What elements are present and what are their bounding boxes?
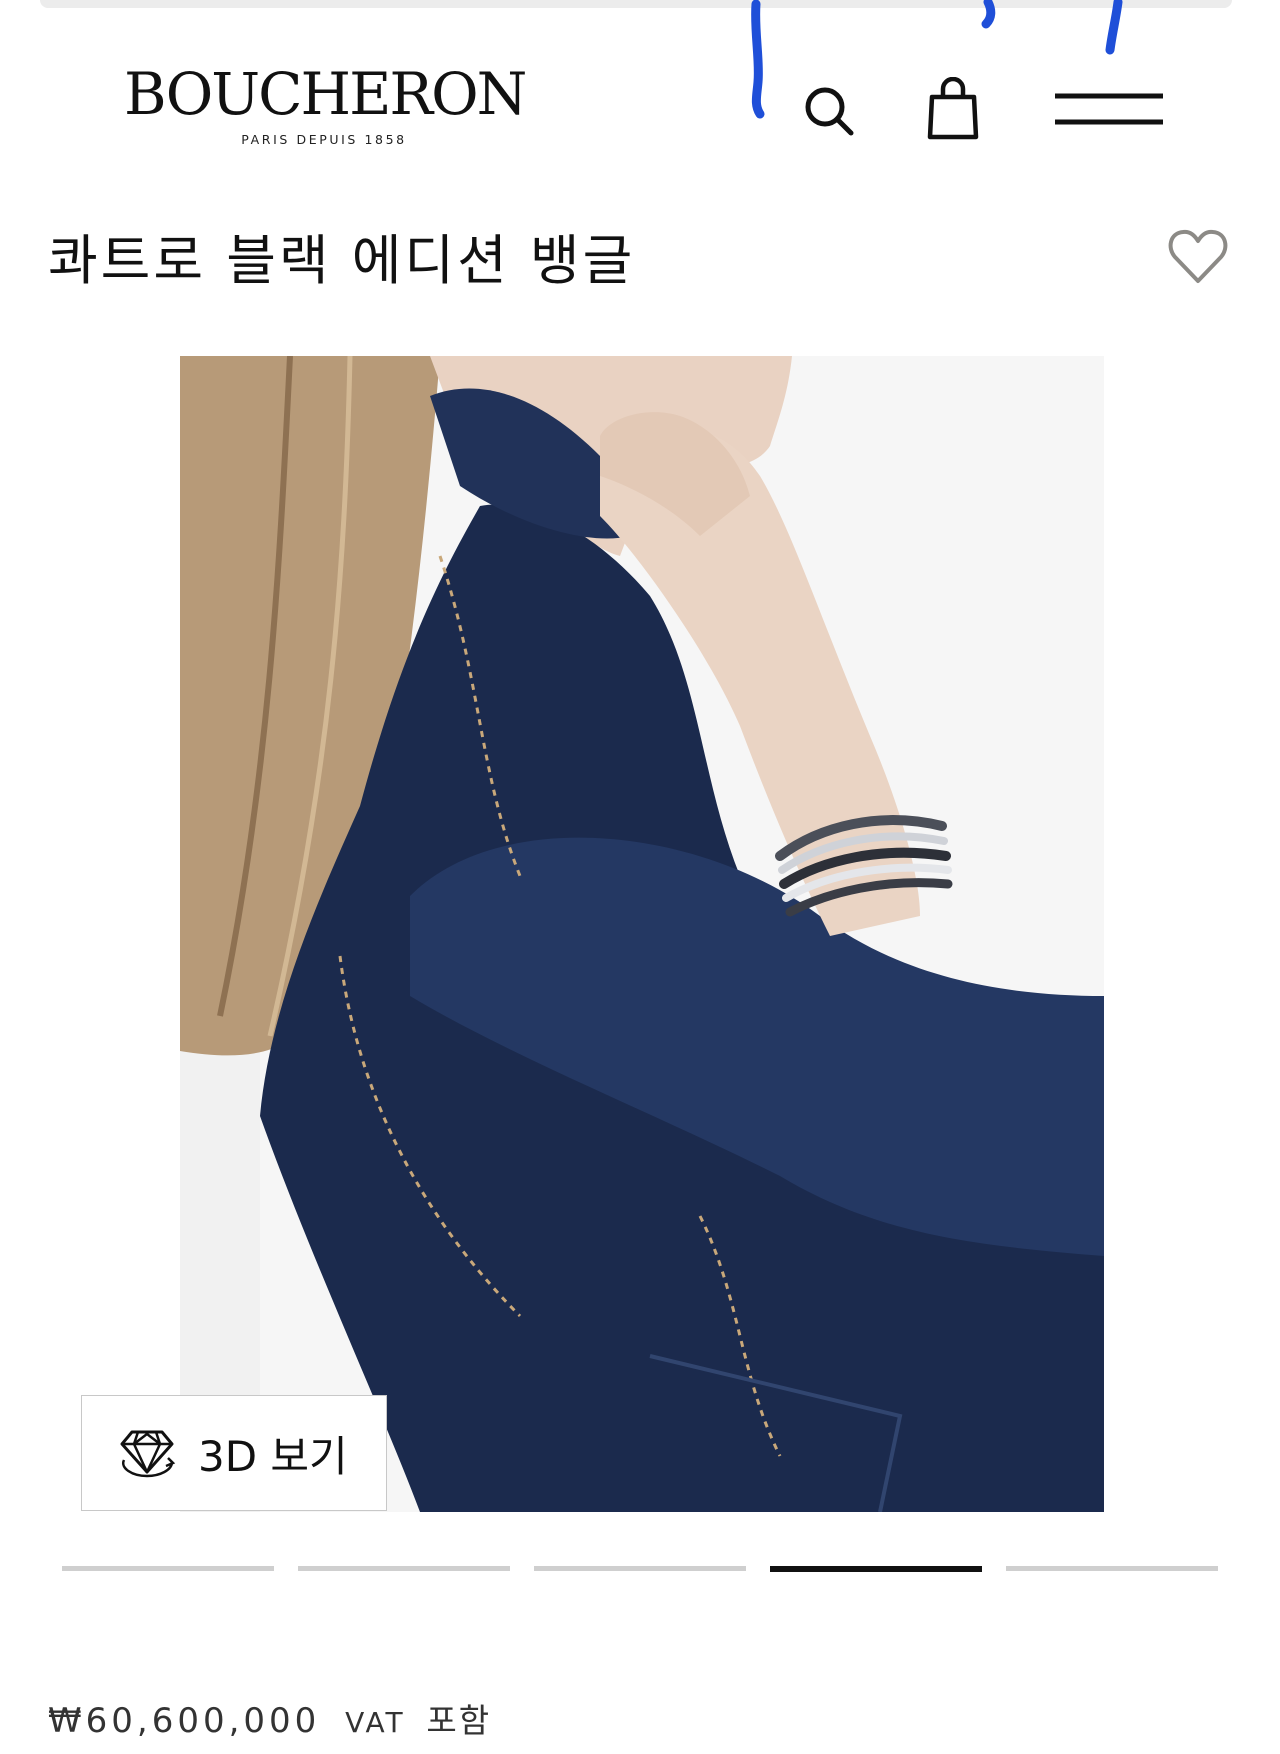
search-button[interactable] (796, 78, 862, 144)
product-page: BOUCHERON PARIS DEPUIS 1858 콰트로 블랙 에디션 뱅… (0, 0, 1280, 1754)
gallery-page-3[interactable] (534, 1566, 746, 1571)
shopping-bag-button[interactable] (920, 74, 986, 144)
model-wearing-bangles-photo (180, 356, 1104, 1512)
menu-button[interactable] (1050, 80, 1168, 136)
heart-outline-icon (1168, 229, 1228, 283)
brand-tagline: PARIS DEPUIS 1858 (241, 132, 407, 147)
view-3d-label: 3D 보기 (198, 1431, 348, 1481)
gallery-page-1[interactable] (62, 1566, 274, 1571)
gallery-pagination (62, 1566, 1218, 1574)
shopping-bag-icon (927, 77, 979, 140)
product-price: ₩60,600,000 (48, 1701, 321, 1741)
brand-logo[interactable]: BOUCHERON PARIS DEPUIS 1858 (124, 60, 527, 147)
diamond-rotate-icon (120, 1430, 176, 1478)
search-icon (805, 87, 854, 136)
view-3d-button[interactable]: 3D 보기 (81, 1395, 387, 1511)
menu-icon (1055, 93, 1163, 125)
price-vat: VAT (345, 1706, 406, 1739)
brand-wordmark: BOUCHERON (124, 60, 527, 128)
product-hero-image[interactable] (180, 356, 1104, 1512)
gallery-page-2[interactable] (298, 1566, 510, 1571)
gallery-page-4-active[interactable] (770, 1566, 982, 1572)
price-vat-note: 포함 (426, 1701, 492, 1740)
product-price-block: ₩60,600,000 VAT 포함 (48, 1700, 491, 1744)
gallery-page-5[interactable] (1006, 1566, 1218, 1571)
wishlist-button[interactable] (1162, 220, 1234, 292)
site-header: BOUCHERON PARIS DEPUIS 1858 (0, 0, 1280, 170)
product-title: 콰트로 블랙 에디션 뱅글 (48, 229, 636, 292)
